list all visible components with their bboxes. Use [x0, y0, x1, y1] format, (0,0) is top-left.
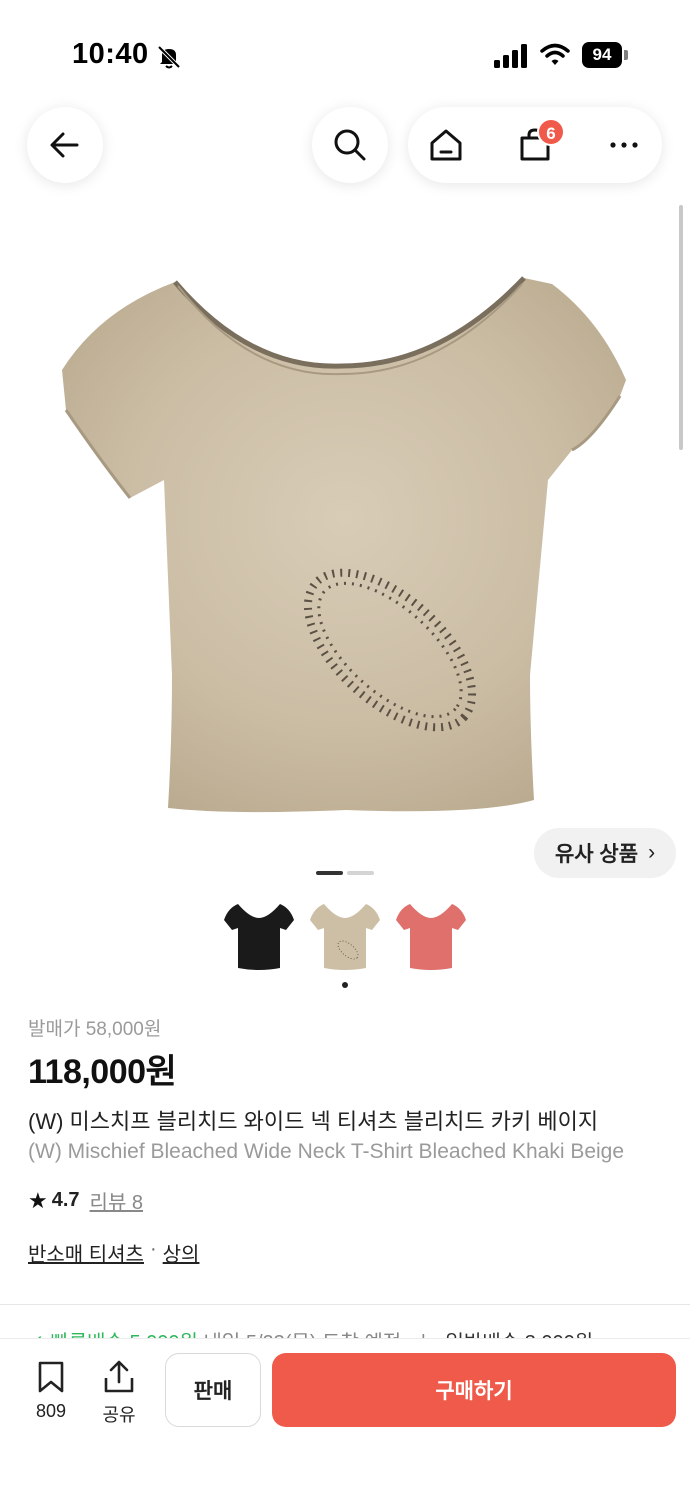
bell-off-icon [157, 45, 181, 69]
status-bar: 10:40 94 [0, 0, 690, 110]
bookmark-button[interactable]: 809 [21, 1360, 81, 1422]
buy-button[interactable]: 구매하기 [272, 1353, 676, 1427]
product-title-ko: (W) 미스치프 블리치드 와이드 넥 티셔츠 블리치드 카키 베이지 [28, 1109, 599, 1134]
review-link[interactable]: 리뷰 8 [90, 1186, 143, 1215]
battery-tip [624, 50, 628, 60]
bookmark-count: 809 [35, 1401, 67, 1421]
wifi-icon [540, 43, 570, 65]
battery-icon: 94 [582, 42, 628, 68]
category-breadcrumb: 반소매 티셔츠 · 상의 [28, 1238, 199, 1267]
home-icon [430, 129, 462, 161]
sell-button[interactable]: 판매 [165, 1353, 261, 1427]
category-link-top[interactable]: 상의 [163, 1238, 200, 1267]
category-separator: · [149, 1238, 157, 1260]
back-button[interactable] [27, 107, 103, 183]
cart-count-badge: 6 [537, 118, 565, 146]
rating-row: ★ 4.7 리뷰 8 [28, 1186, 143, 1215]
cart-button[interactable] [497, 107, 573, 183]
back-arrow-icon [50, 132, 79, 158]
star-icon: ★ [28, 1187, 48, 1213]
scrollbar[interactable] [679, 205, 683, 450]
battery-level: 94 [582, 42, 622, 68]
nav-actions [408, 107, 662, 183]
home-button[interactable] [408, 107, 484, 183]
color-thumbnails [0, 898, 690, 978]
color-thumbnail[interactable] [392, 898, 470, 976]
image-pager-dot [347, 871, 374, 875]
similar-products-button[interactable]: 유사 상품 › [534, 828, 676, 878]
product-image[interactable] [60, 270, 630, 815]
thumbnail-indicator-dot [342, 982, 348, 988]
category-link-tshirt[interactable]: 반소매 티셔츠 [28, 1238, 144, 1267]
similar-products-label: 유사 상품 [554, 843, 639, 866]
product-title-en: (W) Mischief Bleached Wide Neck T-Shirt … [28, 1140, 625, 1163]
more-button[interactable] [586, 107, 662, 183]
color-thumbnail[interactable] [220, 898, 298, 976]
search-button[interactable] [312, 107, 388, 183]
share-icon [104, 1360, 134, 1393]
retail-price: 발매가 58,000원 [28, 1019, 162, 1040]
rating-score: 4.7 [51, 1189, 80, 1211]
current-price: 118,000원 [28, 1053, 177, 1091]
share-label: 공유 [102, 1405, 136, 1425]
share-button[interactable]: 공유 [89, 1360, 149, 1427]
signal-icon [494, 44, 527, 68]
divider [0, 1304, 690, 1305]
color-thumbnail[interactable] [306, 898, 384, 976]
bookmark-icon [38, 1361, 64, 1393]
chevron-right-icon: › [648, 841, 656, 864]
image-pager-dot [316, 871, 343, 875]
search-icon [334, 129, 366, 161]
more-icon [610, 142, 638, 148]
status-time: 10:40 [72, 38, 149, 70]
